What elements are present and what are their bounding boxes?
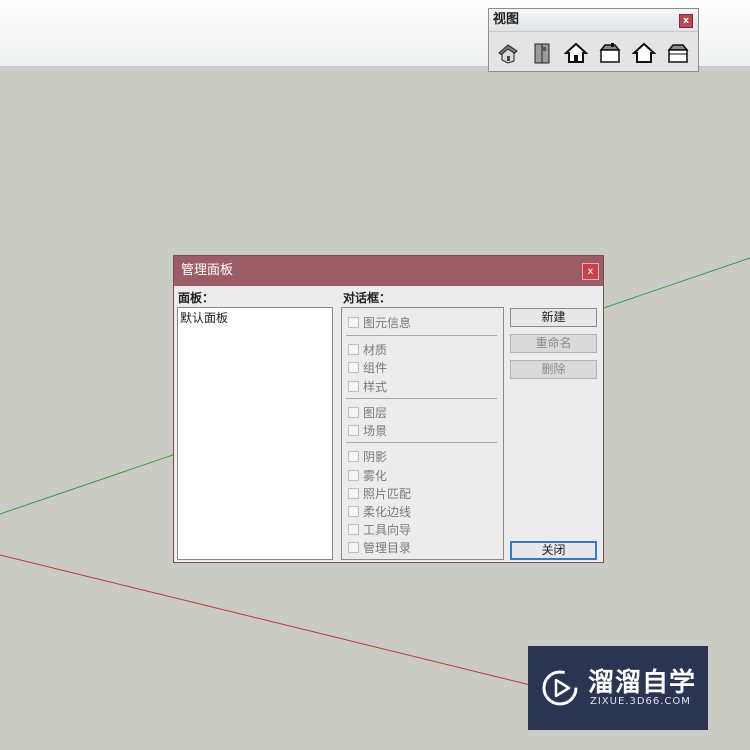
dialog-title: 管理面板: [181, 263, 234, 278]
checkbox-shadows[interactable]: 阴影: [348, 448, 387, 464]
checkbox-materials[interactable]: 材质: [348, 341, 387, 357]
dialog-close-button[interactable]: x: [582, 263, 599, 280]
checkbox-styles[interactable]: 样式: [348, 378, 387, 394]
watermark: 溜溜自学 ZIXUE.3D66.COM: [528, 646, 708, 730]
checkbox-icon: [348, 316, 359, 328]
front-view-icon[interactable]: [563, 40, 589, 66]
trays-label: 面板：: [178, 291, 215, 305]
watermark-title: 溜溜自学: [588, 668, 697, 698]
checkbox-scenes[interactable]: 场景: [348, 422, 387, 438]
trays-list[interactable]: 默认面板: [177, 307, 333, 560]
top-view-icon[interactable]: [529, 40, 555, 66]
views-toolbar-title-text: 视图: [493, 12, 520, 27]
views-toolbar-title[interactable]: 视图 x: [489, 9, 698, 32]
list-item[interactable]: 默认面板: [180, 309, 330, 326]
views-toolbar: 视图 x: [488, 8, 699, 72]
checkbox-outliner[interactable]: 管理目录: [348, 539, 411, 555]
checkbox-layers[interactable]: 图层: [348, 404, 387, 420]
checkbox-icon: [348, 541, 359, 553]
rename-button[interactable]: 重命名: [510, 334, 597, 353]
play-logo-icon: [542, 670, 578, 706]
watermark-subtitle: ZIXUE.3D66.COM: [590, 696, 691, 707]
checkbox-match-photo[interactable]: 照片匹配: [348, 485, 411, 501]
left-view-icon[interactable]: [665, 40, 691, 66]
checkbox-icon: [348, 361, 359, 373]
checkbox-icon: [348, 487, 359, 499]
iso-view-icon[interactable]: [495, 40, 521, 66]
checkbox-icon: [348, 450, 359, 462]
new-button[interactable]: 新建: [510, 308, 597, 327]
checkbox-icon: [348, 424, 359, 436]
checkbox-soften-edges[interactable]: 柔化边线: [348, 503, 411, 519]
checkbox-components[interactable]: 组件: [348, 359, 387, 375]
back-view-icon[interactable]: [631, 40, 657, 66]
manage-trays-dialog: 管理面板 x 面板： 对话框： 默认面板 图元信息 材质 组件 样式 图层 场景…: [173, 255, 604, 563]
checkbox-fog[interactable]: 雾化: [348, 467, 387, 483]
views-toolbar-close-button[interactable]: x: [679, 14, 693, 28]
divider: [346, 335, 497, 336]
checkbox-icon: [348, 406, 359, 418]
divider: [346, 442, 497, 443]
checkbox-icon: [348, 523, 359, 535]
delete-button[interactable]: 删除: [510, 360, 597, 379]
right-view-icon[interactable]: [597, 40, 623, 66]
close-button[interactable]: 关闭: [510, 541, 597, 560]
checkbox-icon: [348, 505, 359, 517]
red-axis-line: [0, 554, 601, 703]
dialog-title-bar[interactable]: 管理面板 x: [174, 256, 603, 286]
checkbox-icon: [348, 469, 359, 481]
checkbox-icon: [348, 343, 359, 355]
dialogs-checklist: 图元信息 材质 组件 样式 图层 场景 阴影 雾化 照片匹配 柔化边线 工具向导…: [341, 307, 504, 560]
checkbox-instructor[interactable]: 工具向导: [348, 521, 411, 537]
divider: [346, 398, 497, 399]
checkbox-entity-info[interactable]: 图元信息: [348, 314, 411, 330]
dialogs-label: 对话框：: [343, 291, 392, 305]
checkbox-icon: [348, 380, 359, 392]
